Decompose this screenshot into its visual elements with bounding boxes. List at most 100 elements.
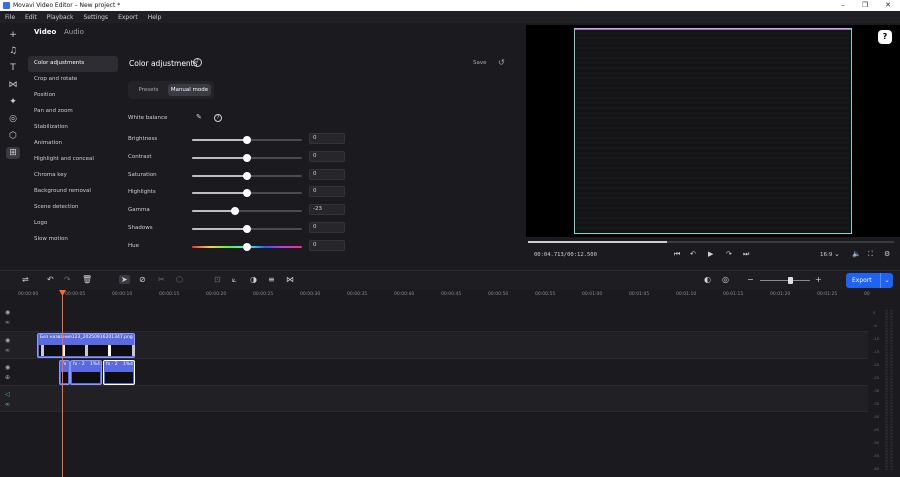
effect-clip[interactable]: fx - 2 1%4 <box>70 360 102 385</box>
link-icon[interactable]: ∞ <box>5 347 10 354</box>
slider-track[interactable] <box>192 171 302 180</box>
slider-value-input[interactable]: -23 <box>309 204 345 216</box>
adjust-icon[interactable]: ≡ <box>268 275 275 284</box>
sidebar-item-scene-detection[interactable]: Scene detection <box>28 200 118 216</box>
stickers-icon[interactable]: ⬡ <box>6 130 20 142</box>
record-icon[interactable]: ◎ <box>722 275 729 284</box>
slider-value-input[interactable]: 0 <box>309 239 345 251</box>
sidebar-item-crop-rotate[interactable]: Crop and rotate <box>28 72 118 88</box>
zoom-in-icon[interactable]: + <box>815 275 822 284</box>
eye-icon[interactable]: ◉ <box>5 337 10 344</box>
transition-icon[interactable]: ⋈ <box>286 275 294 284</box>
play-icon[interactable]: ▶ <box>708 250 713 258</box>
playback-scrubber[interactable] <box>528 241 894 243</box>
presets-button[interactable]: Presets <box>132 84 165 96</box>
slider-value-input[interactable]: 0 <box>309 168 345 180</box>
video-preview[interactable]: ? <box>526 25 900 237</box>
sidebar-item-stabilization[interactable]: Stabilization <box>28 120 118 136</box>
slider-track[interactable] <box>192 207 302 216</box>
zoom-slider[interactable] <box>760 280 810 281</box>
sidebar-item-animation[interactable]: Animation <box>28 136 118 152</box>
zoom-slider-handle[interactable] <box>788 277 793 284</box>
slider-handle[interactable] <box>243 225 251 233</box>
reset-icon[interactable]: ↺ <box>498 58 505 67</box>
playhead[interactable] <box>62 290 63 477</box>
filters-icon[interactable]: ◎ <box>6 113 20 125</box>
slider-handle[interactable] <box>243 242 251 251</box>
slider-track[interactable] <box>192 153 302 162</box>
menu-settings[interactable]: Settings <box>78 14 113 21</box>
link-icon[interactable]: ∞ <box>5 319 10 326</box>
media-clip[interactable]: Без названия123_20250916201347.png <box>37 333 135 358</box>
magic-icon[interactable]: ✦ <box>6 96 20 108</box>
transitions-icon[interactable]: ⋈ <box>6 79 20 91</box>
timeline-ruler[interactable]: 00:00:00 00:00:05 00:00:10 00:00:15 00:00:20… <box>0 290 884 301</box>
insert-icon[interactable]: ⊡ <box>214 275 221 284</box>
marker-icon[interactable]: ⬡ <box>176 275 183 284</box>
menu-export[interactable]: Export <box>113 14 143 21</box>
audio-split-icon[interactable]: ◐ <box>704 275 711 284</box>
slider-handle[interactable] <box>243 153 251 162</box>
step-back-icon[interactable]: ↶ <box>690 250 696 258</box>
speed-icon[interactable]: ◑ <box>250 275 257 284</box>
aspect-ratio[interactable]: 16:9 <box>820 252 832 258</box>
link-icon[interactable]: ∞ <box>5 401 10 408</box>
track-settings-icon[interactable]: ⇌ <box>22 275 29 284</box>
trash-icon[interactable]: 🗑 <box>82 275 92 284</box>
save-button[interactable]: Save <box>473 60 487 66</box>
crop-icon[interactable]: ⟀ <box>232 275 237 285</box>
volume-icon[interactable]: 🔈 <box>852 250 861 258</box>
sidebar-item-position[interactable]: Position <box>28 88 118 104</box>
sidebar-item-logo[interactable]: Logo <box>28 216 118 232</box>
export-button[interactable]: Export ⌄ <box>846 273 893 288</box>
eyedropper-icon[interactable]: ✎ <box>196 113 202 121</box>
effect-clip[interactable]: fx <box>59 360 70 385</box>
tab-audio[interactable]: Audio <box>64 28 84 36</box>
speaker-icon[interactable]: ◁ <box>5 391 10 398</box>
step-forward-icon[interactable]: ↷ <box>726 250 732 258</box>
chevron-down-icon[interactable]: ⌄ <box>834 250 840 258</box>
chevron-down-icon[interactable]: ⌄ <box>880 273 893 288</box>
undo-icon[interactable]: ↶ <box>47 275 54 284</box>
sidebar-item-pan-zoom[interactable]: Pan and zoom <box>28 104 118 120</box>
menu-file[interactable]: File <box>0 14 20 21</box>
slider-handle[interactable] <box>230 207 239 216</box>
help-icon[interactable]: ? <box>193 58 202 67</box>
menu-edit[interactable]: Edit <box>20 14 42 21</box>
gear-icon[interactable]: ⚙ <box>884 250 890 258</box>
fullscreen-icon[interactable]: ⛶ <box>868 250 873 259</box>
effect-clip-selected[interactable]: fx - 2 1%4 <box>103 360 135 385</box>
skip-back-icon[interactable]: ⏮ <box>674 250 680 259</box>
redo-icon[interactable]: ↷ <box>64 275 71 284</box>
music-icon[interactable]: ♫ <box>6 45 20 57</box>
sidebar-item-slow-motion[interactable]: Slow motion <box>28 232 118 248</box>
manual-mode-button[interactable]: Manual mode <box>168 84 211 96</box>
menu-playback[interactable]: Playback <box>42 14 79 21</box>
sidebar-item-highlight-conceal[interactable]: Highlight and conceal <box>28 152 118 168</box>
slider-value-input[interactable]: 0 <box>309 133 345 144</box>
add-media-icon[interactable]: + <box>6 29 20 41</box>
maximize-button[interactable]: ❐ <box>855 0 875 11</box>
more-tools-icon[interactable]: ⊞ <box>6 147 20 159</box>
ripple-icon[interactable]: ⊘ <box>139 275 146 284</box>
eye-icon[interactable]: ◉ <box>5 309 10 316</box>
lock-icon[interactable]: ⊕ <box>5 374 10 381</box>
slider-track[interactable] <box>192 136 302 144</box>
help-icon[interactable]: ? <box>878 30 892 44</box>
slider-track[interactable] <box>192 189 302 198</box>
tab-video[interactable]: Video <box>34 28 56 36</box>
slider-value-input[interactable]: 0 <box>309 150 345 162</box>
slider-track[interactable] <box>192 225 302 233</box>
sidebar-item-color-adjustments[interactable]: Color adjustments <box>28 56 118 72</box>
eye-icon[interactable]: ◉ <box>5 364 10 371</box>
slider-value-input[interactable]: 0 <box>309 186 345 198</box>
slider-value-input[interactable]: 0 <box>309 222 345 233</box>
sidebar-item-background-removal[interactable]: Background removal <box>28 184 118 200</box>
help-icon[interactable]: ? <box>214 114 222 122</box>
slider-track[interactable] <box>192 242 302 251</box>
select-tool-icon[interactable]: ➤ <box>119 275 130 284</box>
slider-handle[interactable] <box>243 189 251 198</box>
titles-icon[interactable]: T <box>6 62 20 74</box>
slider-handle[interactable] <box>243 171 251 180</box>
sidebar-item-chroma-key[interactable]: Chroma key <box>28 168 118 184</box>
